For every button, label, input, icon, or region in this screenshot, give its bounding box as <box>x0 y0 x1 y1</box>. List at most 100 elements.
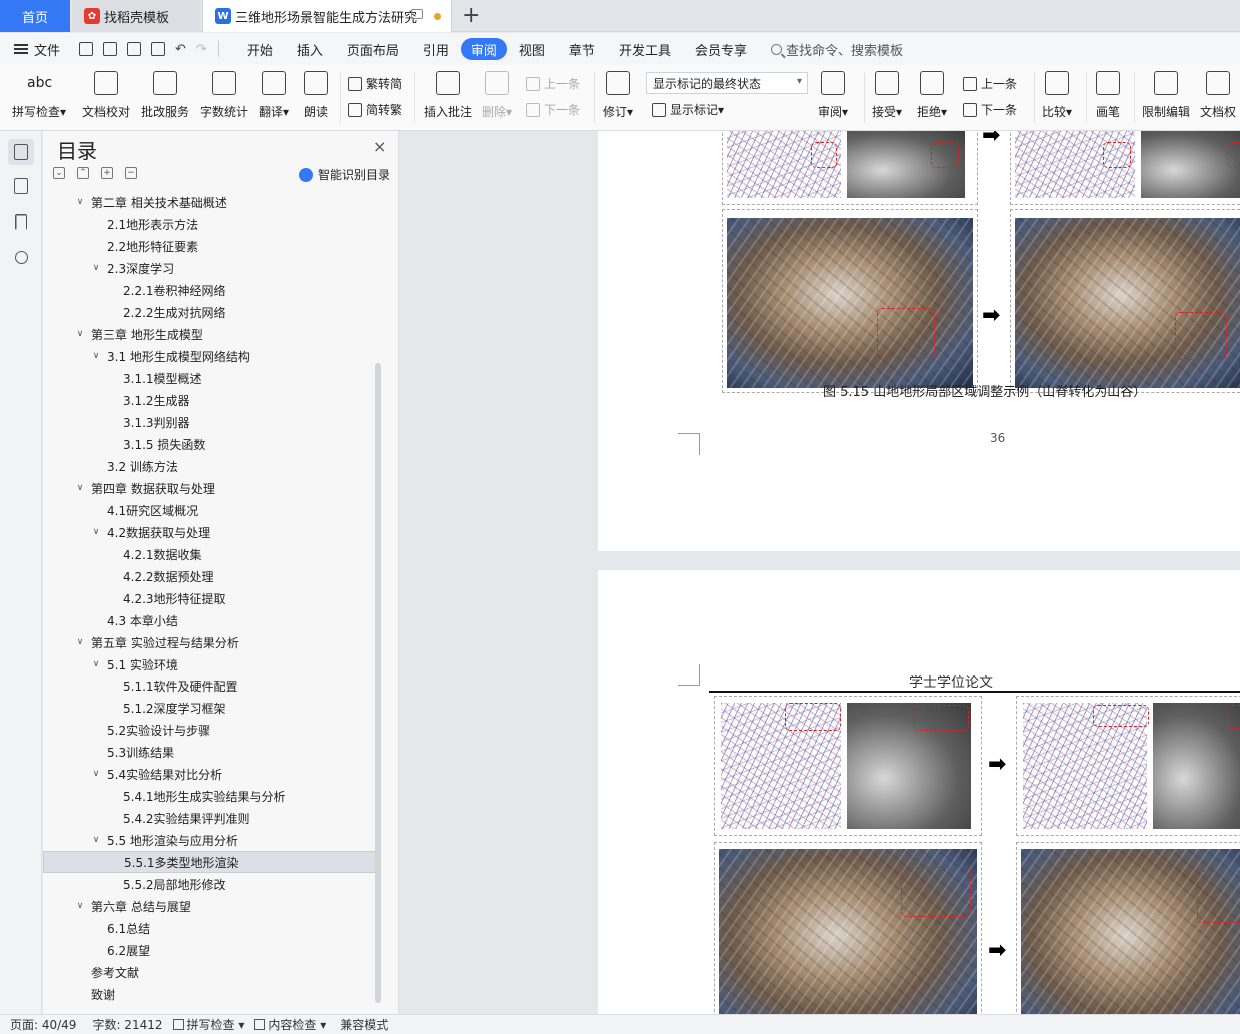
menu-item-7[interactable]: 开发工具 <box>607 38 683 60</box>
chapter-nav-button[interactable] <box>8 173 34 199</box>
chevron-down-icon[interactable]: ∨ <box>75 901 85 911</box>
menu-item-4[interactable]: 审阅 <box>460 38 507 60</box>
undo-icon[interactable]: ↶ <box>175 42 186 57</box>
toc-item[interactable]: 4.1研究区域概况 <box>43 499 377 521</box>
add-tab-button[interactable]: + <box>462 3 480 28</box>
toc-item[interactable]: 5.1.1软件及硬件配置 <box>43 675 377 697</box>
find-nav-button[interactable] <box>8 244 34 270</box>
toc-item[interactable]: 4.2.1数据收集 <box>43 543 377 565</box>
toc-item[interactable]: ∨ 2.3深度学习 <box>43 257 377 279</box>
toc-scrollbar[interactable] <box>375 363 381 1003</box>
export-pdf-icon[interactable] <box>103 42 118 56</box>
prev-change-button[interactable]: 上一条 <box>963 75 1017 92</box>
review-pane-button[interactable]: 审阅▾ <box>818 69 848 120</box>
insert-comment-button[interactable]: 插入批注 <box>424 69 472 120</box>
toc-item[interactable]: ∨ 5.4实验结果对比分析 <box>43 763 377 785</box>
collapse-all-icon[interactable]: ⌄ <box>53 167 65 179</box>
toc-item[interactable]: 3.1.1模型概述 <box>43 367 377 389</box>
redo-icon[interactable]: ↷ <box>196 42 207 57</box>
toc-item[interactable]: 5.3训练结果 <box>43 741 377 763</box>
monitor-icon[interactable] <box>411 9 423 19</box>
tab-template[interactable]: ✿ 找稻壳模板 <box>72 0 200 32</box>
toc-item[interactable]: 5.1.2深度学习框架 <box>43 697 377 719</box>
close-icon[interactable]: × <box>373 137 386 156</box>
toc-item[interactable]: ∨ 4.2数据获取与处理 <box>43 521 377 543</box>
expand-all-icon[interactable]: ⌃ <box>77 167 89 179</box>
document-permission-button[interactable]: 文档权 <box>1200 69 1236 120</box>
command-search[interactable]: 查找命令、搜索模板 <box>770 40 903 59</box>
toc-item[interactable]: ∨ 5.1 实验环境 <box>43 653 377 675</box>
remove-heading-icon[interactable]: − <box>125 167 137 179</box>
toc-item[interactable]: 2.2地形特征要素 <box>43 235 377 257</box>
smart-toc-button[interactable]: 智能识别目录 <box>299 166 390 183</box>
toc-item[interactable]: ∨ 第四章 数据获取与处理 <box>43 477 377 499</box>
toc-item[interactable]: 3.2 训练方法 <box>43 455 377 477</box>
toc-item[interactable]: 5.4.2实验结果评判准则 <box>43 807 377 829</box>
toc-item[interactable]: 参考文献 <box>43 961 377 983</box>
content-check-status[interactable]: 内容检查 ▾ <box>254 1016 326 1033</box>
toc-item[interactable]: 6.2展望 <box>43 939 377 961</box>
tab-home[interactable]: 首页 <box>0 0 70 32</box>
page-indicator[interactable]: 页面: 40/49 <box>10 1016 76 1033</box>
next-comment-button[interactable]: 下一条 <box>526 101 580 118</box>
menu-item-2[interactable]: 页面布局 <box>335 38 411 60</box>
word-count-button[interactable]: 字数统计 <box>200 69 248 120</box>
trad-to-simp-button[interactable]: 繁转简 <box>348 75 402 92</box>
reject-button[interactable]: 拒绝▾ <box>917 69 947 120</box>
read-aloud-button[interactable]: 朗读 <box>304 69 328 120</box>
chevron-down-icon[interactable]: ∨ <box>75 197 85 207</box>
spell-check-status[interactable]: 拼写检查 ▾ <box>172 1016 244 1033</box>
menu-item-6[interactable]: 章节 <box>557 38 607 60</box>
delete-comment-button[interactable]: 删除▾ <box>482 69 512 120</box>
menu-item-5[interactable]: 视图 <box>507 38 557 60</box>
proofread-button[interactable]: 文档校对 <box>82 69 130 120</box>
menu-item-1[interactable]: 插入 <box>285 38 335 60</box>
chevron-down-icon[interactable]: ∨ <box>91 769 101 779</box>
restrict-editing-button[interactable]: 限制编辑 <box>1142 69 1190 120</box>
toc-item[interactable]: 2.2.1卷积神经网络 <box>43 279 377 301</box>
chevron-down-icon[interactable]: ∨ <box>91 835 101 845</box>
revision-service-button[interactable]: 批改服务 <box>141 69 189 120</box>
menu-item-0[interactable]: 开始 <box>235 38 285 60</box>
toc-item[interactable]: 3.1.5 损失函数 <box>43 433 377 455</box>
file-menu[interactable]: 文件 <box>14 40 60 59</box>
save-icon[interactable] <box>79 42 94 56</box>
show-markup-button[interactable]: 显示标记 ▾ <box>652 101 724 118</box>
toc-item[interactable]: ∨ 5.5 地形渲染与应用分析 <box>43 829 377 851</box>
chevron-down-icon[interactable]: ∨ <box>91 659 101 669</box>
word-count[interactable]: 字数: 21412 <box>92 1016 162 1033</box>
prev-comment-button[interactable]: 上一条 <box>526 75 580 92</box>
chevron-down-icon[interactable]: ∨ <box>91 351 101 361</box>
toc-item[interactable]: 4.2.3地形特征提取 <box>43 587 377 609</box>
toc-item[interactable]: 3.1.2生成器 <box>43 389 377 411</box>
toc-item[interactable]: ∨ 第六章 总结与展望 <box>43 895 377 917</box>
chevron-down-icon[interactable]: ∨ <box>75 483 85 493</box>
toc-item[interactable]: 2.2.2生成对抗网络 <box>43 301 377 323</box>
track-changes-button[interactable]: 修订▾ <box>603 69 633 120</box>
print-preview-icon[interactable] <box>151 42 166 56</box>
toc-item[interactable]: 2.1地形表示方法 <box>43 213 377 235</box>
accept-button[interactable]: 接受▾ <box>872 69 902 120</box>
toc-item[interactable]: 5.2实验设计与步骤 <box>43 719 377 741</box>
tab-document[interactable]: W 三维地形场景智能生成方法研究 <box>202 0 452 32</box>
next-change-button[interactable]: 下一条 <box>963 101 1017 118</box>
toc-item[interactable]: ∨ 第三章 地形生成模型 <box>43 323 377 345</box>
add-heading-icon[interactable]: + <box>101 167 113 179</box>
pen-button[interactable]: 画笔 <box>1096 69 1120 120</box>
toc-item[interactable]: 4.3 本章小结 <box>43 609 377 631</box>
chevron-down-icon[interactable]: ∨ <box>75 329 85 339</box>
toc-item[interactable]: 5.4.1地形生成实验结果与分析 <box>43 785 377 807</box>
compare-button[interactable]: 比较▾ <box>1042 69 1072 120</box>
bookmark-nav-button[interactable] <box>8 209 34 235</box>
toc-item[interactable]: 致谢 <box>43 983 377 1005</box>
toc-item[interactable]: 6.1总结 <box>43 917 377 939</box>
spell-check-button[interactable]: abc 拼写检查▾ <box>12 69 66 120</box>
translate-button[interactable]: 翻译▾ <box>259 69 289 120</box>
print-icon[interactable] <box>127 42 142 56</box>
toc-item[interactable]: ∨ 第五章 实验过程与结果分析 <box>43 631 377 653</box>
toc-nav-button[interactable] <box>8 139 34 165</box>
markup-state-select[interactable]: 显示标记的最终状态 <box>646 72 808 94</box>
chevron-down-icon[interactable]: ∨ <box>75 637 85 647</box>
chevron-down-icon[interactable]: ∨ <box>91 263 101 273</box>
toc-item[interactable]: 5.5.1多类型地形渲染 <box>43 851 377 873</box>
